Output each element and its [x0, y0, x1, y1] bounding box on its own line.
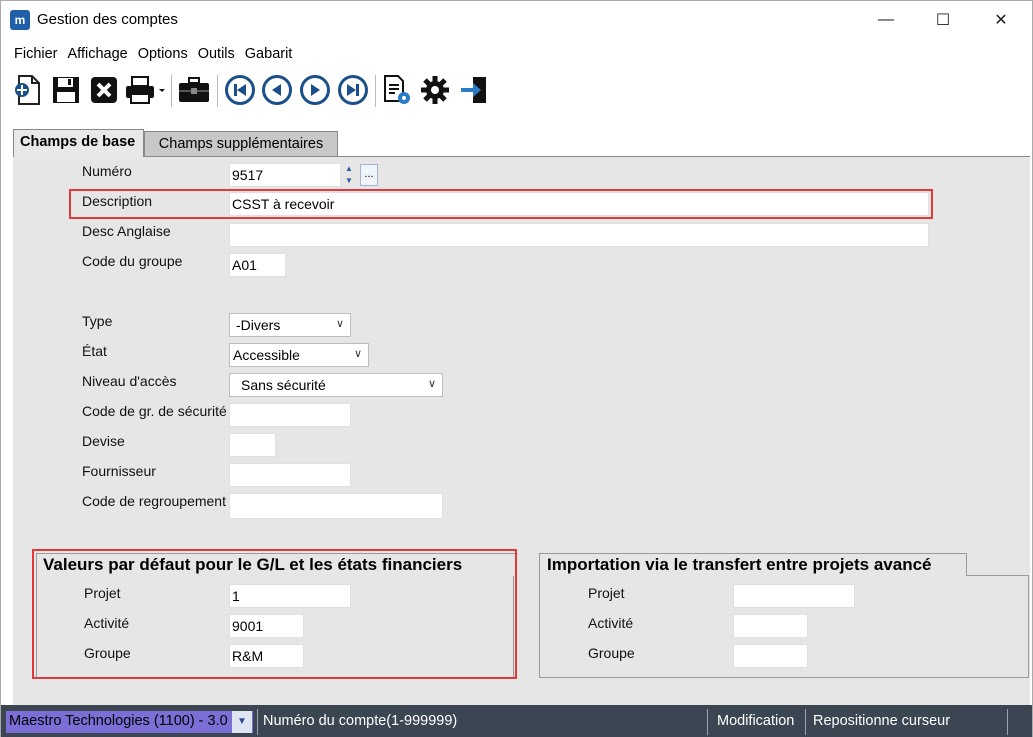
- description-label: Description: [82, 193, 153, 209]
- toolbar-separator: [217, 75, 218, 107]
- devise-label: Devise: [82, 433, 125, 449]
- menu-options[interactable]: Options: [133, 43, 193, 67]
- code-gr-securite-label: Code de gr. de sécurité: [82, 403, 227, 419]
- next-record-icon[interactable]: [298, 73, 332, 107]
- code-regroupement-label: Code de regroupement: [82, 493, 226, 509]
- description-field[interactable]: CSST à recevoir: [229, 192, 929, 216]
- defaults-activite-label: Activité: [84, 615, 130, 631]
- new-document-icon[interactable]: [11, 73, 45, 107]
- code-regroupement-field[interactable]: [229, 493, 443, 519]
- import-activite-label: Activité: [588, 615, 634, 631]
- document-settings-icon[interactable]: [380, 73, 414, 107]
- status-mode: Modification: [717, 713, 795, 729]
- defaults-activite-field[interactable]: 9001: [229, 614, 304, 638]
- company-selector[interactable]: Maestro Technologies (1100) - 3.0: [6, 711, 253, 733]
- type-select-value: -Divers: [236, 317, 281, 333]
- code-groupe-label: Code du groupe: [82, 253, 183, 269]
- import-activite-field[interactable]: [733, 614, 808, 638]
- fournisseur-field[interactable]: [229, 463, 351, 487]
- status-divider: [805, 709, 806, 735]
- etat-label: État: [82, 343, 107, 359]
- chevron-down-icon: ∨: [427, 378, 436, 390]
- numero-label: Numéro: [82, 163, 132, 179]
- import-groupe-field[interactable]: [733, 644, 808, 668]
- minimize-button[interactable]: —: [863, 1, 909, 39]
- type-label: Type: [82, 313, 113, 329]
- status-bar: Maestro Technologies (1100) - 3.0 ▼ Numé…: [1, 705, 1032, 737]
- import-projet-label: Projet: [588, 585, 625, 601]
- toolbar-separator: [171, 75, 172, 107]
- maximize-button[interactable]: ☐: [920, 1, 966, 39]
- account-management-window: m Gestion des comptes — ☐ ✕ Fichier Affi…: [0, 0, 1033, 737]
- last-record-icon[interactable]: [336, 73, 370, 107]
- toolbar-separator: [375, 75, 376, 107]
- delete-icon[interactable]: [87, 73, 121, 107]
- menu-affichage[interactable]: Affichage: [63, 43, 133, 67]
- numero-spinner[interactable]: ▲ ▼: [342, 163, 356, 187]
- toolbar: [7, 71, 1027, 111]
- spin-down-icon[interactable]: ▼: [342, 175, 356, 187]
- menu-fichier[interactable]: Fichier: [9, 43, 63, 67]
- tab-champs-supplementaires[interactable]: Champs supplémentaires: [144, 131, 338, 156]
- defaults-projet-label: Projet: [84, 585, 121, 601]
- defaults-groupe-label: Groupe: [84, 645, 131, 661]
- import-group-title: Importation via le transfert entre proje…: [543, 555, 936, 575]
- numero-lookup-button[interactable]: ...: [360, 164, 378, 186]
- status-action: Repositionne curseur: [813, 713, 951, 729]
- exit-icon[interactable]: [457, 73, 491, 107]
- menu-outils[interactable]: Outils: [193, 43, 240, 67]
- status-divider: [707, 709, 708, 735]
- gear-icon[interactable]: [418, 73, 452, 107]
- status-hint: Numéro du compte(1-999999): [263, 713, 458, 729]
- defaults-groupe-field[interactable]: R&M: [229, 644, 304, 668]
- title-bar: m Gestion des comptes — ☐ ✕: [1, 1, 1032, 39]
- niveau-acces-label: Niveau d'accès: [82, 373, 177, 389]
- import-groupe-label: Groupe: [588, 645, 635, 661]
- desc-anglaise-label: Desc Anglaise: [82, 223, 171, 239]
- app-logo-icon: m: [10, 10, 30, 30]
- close-button[interactable]: ✕: [978, 1, 1024, 39]
- code-groupe-field[interactable]: A01: [229, 253, 286, 277]
- menu-gabarit[interactable]: Gabarit: [240, 43, 298, 67]
- tab-panel: Numéro 9517 ▲ ▼ ... Description CSST à r…: [13, 156, 1030, 705]
- briefcase-icon[interactable]: [177, 73, 211, 107]
- type-select[interactable]: -Divers ∨: [229, 313, 351, 337]
- import-projet-field[interactable]: [733, 584, 855, 608]
- defaults-projet-field[interactable]: 1: [229, 584, 351, 608]
- numero-field[interactable]: 9517: [229, 163, 341, 187]
- devise-field[interactable]: [229, 433, 276, 457]
- fournisseur-label: Fournisseur: [82, 463, 156, 479]
- main-area: Champs de base Champs supplémentaires Nu…: [13, 129, 1030, 705]
- tab-champs-de-base[interactable]: Champs de base: [13, 129, 144, 157]
- previous-record-icon[interactable]: [260, 73, 294, 107]
- chevron-down-icon[interactable]: ▼: [232, 711, 252, 733]
- save-icon[interactable]: [49, 73, 83, 107]
- etat-select-value: Accessible: [233, 347, 300, 363]
- chevron-down-icon: ∨: [335, 318, 344, 330]
- niveau-acces-select-value: Sans sécurité: [241, 377, 326, 393]
- first-record-icon[interactable]: [223, 73, 257, 107]
- etat-select[interactable]: Accessible ∨: [229, 343, 369, 367]
- spin-up-icon[interactable]: ▲: [342, 163, 356, 175]
- desc-anglaise-field[interactable]: [229, 223, 929, 247]
- code-gr-securite-field[interactable]: [229, 403, 351, 427]
- niveau-acces-select[interactable]: Sans sécurité ∨: [229, 373, 443, 397]
- status-divider: [1007, 709, 1008, 735]
- chevron-down-icon: ∨: [353, 348, 362, 360]
- print-icon[interactable]: [123, 73, 167, 107]
- status-divider: [257, 709, 258, 735]
- menu-bar: Fichier Affichage Options Outils Gabarit: [1, 43, 1032, 67]
- window-title: Gestion des comptes: [37, 11, 178, 28]
